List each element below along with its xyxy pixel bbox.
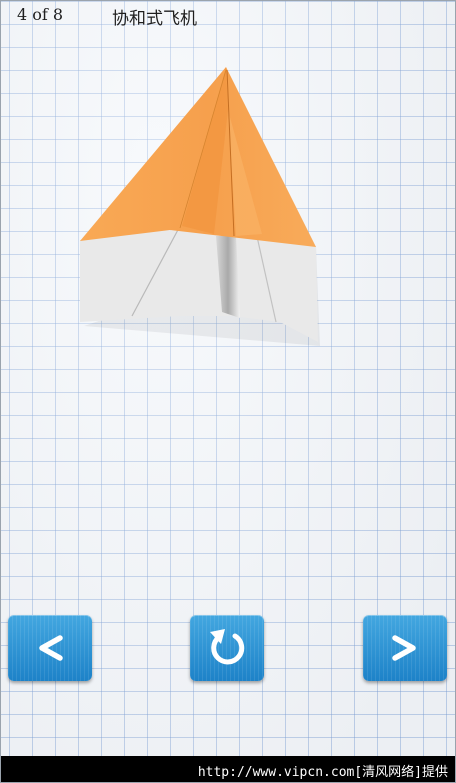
chevron-right-icon xyxy=(392,635,416,661)
model-title: 协和式飞机 xyxy=(112,9,197,29)
watermark-text: http://www.vipcn.com[清风网络]提供 xyxy=(197,765,448,780)
step-counter: 4 of 8 xyxy=(17,5,64,24)
watermark-bar: http://www.vipcn.com[清风网络]提供 xyxy=(0,756,456,783)
previous-step-button[interactable] xyxy=(8,615,92,681)
chevron-left-icon xyxy=(39,635,63,661)
next-step-button[interactable] xyxy=(363,615,447,681)
fold-illustration xyxy=(80,67,320,346)
restart-icon xyxy=(210,629,245,665)
restart-button[interactable] xyxy=(190,615,264,681)
header-bar: 4 of 8 协和式飞机 xyxy=(0,0,456,30)
app-screen: 4 of 8 协和式飞机 http://www.vipcn.com[清风网络]提… xyxy=(0,0,456,783)
